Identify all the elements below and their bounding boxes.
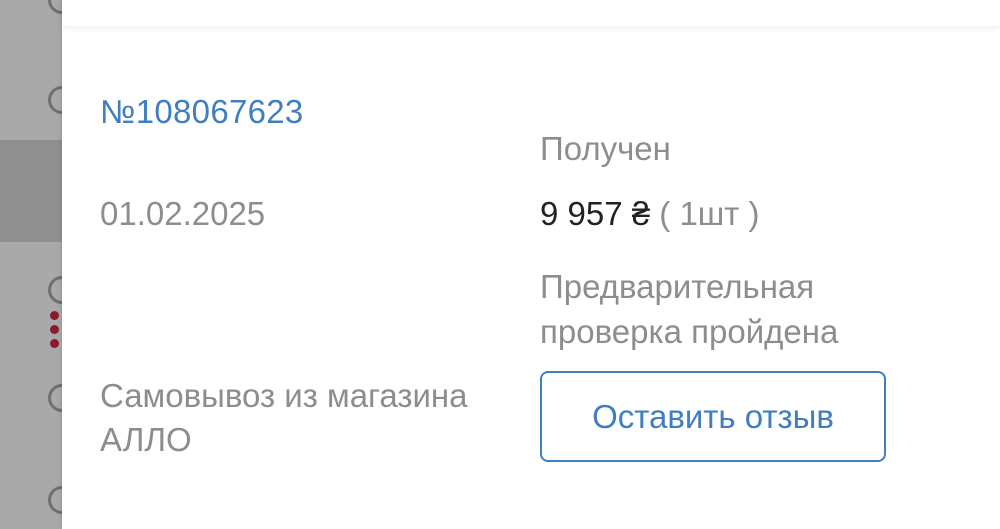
check-status: Предварительная проверка пройдена: [540, 268, 839, 350]
order-date: 01.02.2025: [100, 195, 266, 232]
order-price-line: 9 957 ₴ ( 1шт ): [540, 195, 760, 233]
panel-header: [62, 0, 1000, 26]
dimmed-side-menu[interactable]: [0, 0, 76, 529]
more-dots-icon: [50, 311, 60, 353]
order-status: Получен: [540, 130, 671, 167]
order-screen: №108067623 Получен 01.02.2025 9 957 ₴ ( …: [0, 0, 1000, 529]
order-quantity: ( 1шт ): [659, 195, 760, 232]
order-number-link[interactable]: №108067623: [100, 93, 304, 131]
active-menu-item[interactable]: [0, 140, 62, 348]
delivery-method: Самовывоз из магазина АЛЛО: [100, 377, 468, 458]
leave-review-button[interactable]: Оставить отзыв: [540, 371, 886, 462]
order-card: №108067623 Получен 01.02.2025 9 957 ₴ ( …: [62, 0, 1000, 529]
order-price: 9 957 ₴: [540, 195, 651, 232]
